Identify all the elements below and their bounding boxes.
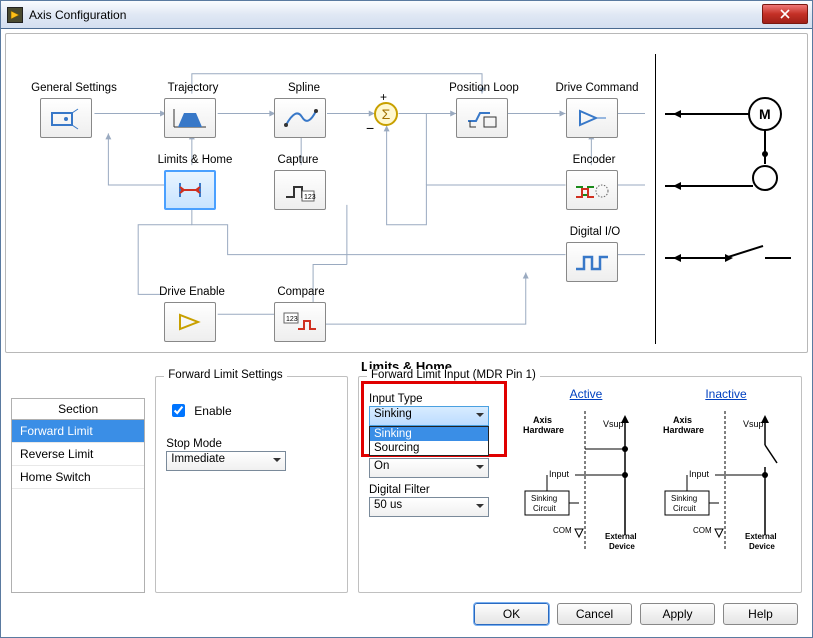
digital-filter-combo[interactable]: 50 us — [369, 497, 489, 517]
limits-home-node[interactable] — [164, 170, 216, 210]
signal-flow-panel: General Settings Trajectory Spline Σ + −… — [5, 33, 808, 353]
svg-text:Axis: Axis — [533, 415, 552, 425]
summing-junction: Σ — [374, 102, 398, 126]
section-header: Section — [11, 398, 145, 420]
right-output-icons: M — [655, 54, 795, 344]
window-title: Axis Configuration — [29, 8, 126, 22]
general-settings-label: General Settings — [24, 82, 124, 94]
svg-text:Circuit: Circuit — [673, 504, 696, 513]
svg-text:COM: COM — [553, 526, 572, 535]
compare-node[interactable]: 123 — [274, 302, 326, 342]
active-diagram-title: Active — [570, 387, 603, 401]
titlebar: Axis Configuration — [1, 1, 812, 29]
sum-minus: − — [366, 120, 374, 136]
svg-text:Sinking: Sinking — [671, 494, 697, 503]
sum-plus: + — [380, 90, 387, 104]
input-type-option-sourcing[interactable]: Sourcing — [370, 441, 488, 455]
drive-command-node[interactable] — [566, 98, 618, 138]
forward-limit-settings-group: Forward Limit Settings Enable Stop Mode … — [155, 376, 348, 593]
section-list: Forward Limit Reverse Limit Home Switch — [11, 420, 145, 593]
svg-text:123: 123 — [304, 194, 316, 201]
help-button[interactable]: Help — [723, 603, 798, 625]
drive-command-label: Drive Command — [552, 82, 642, 94]
ok-button[interactable]: OK — [474, 603, 549, 625]
trajectory-label: Trajectory — [158, 82, 228, 94]
limits-home-label: Limits & Home — [150, 154, 240, 166]
svg-text:123: 123 — [286, 316, 298, 323]
input-type-label: Input Type — [369, 393, 509, 405]
digital-io-label: Digital I/O — [560, 226, 630, 238]
axis-config-window: Axis Configuration — [0, 0, 813, 638]
capture-node[interactable]: 123 — [274, 170, 326, 210]
svg-text:Circuit: Circuit — [533, 504, 556, 513]
fli-legend: Forward Limit Input (MDR Pin 1) — [367, 369, 540, 381]
svg-text:Device: Device — [749, 542, 775, 551]
labview-icon — [7, 7, 23, 23]
section-box: Section Forward Limit Reverse Limit Home… — [11, 398, 145, 593]
stop-mode-label: Stop Mode — [166, 438, 337, 450]
svg-text:Vsup: Vsup — [743, 419, 764, 429]
drive-enable-node[interactable] — [164, 302, 216, 342]
input-type-dropdown-list: Sinking Sourcing — [369, 426, 489, 456]
svg-text:Device: Device — [609, 542, 635, 551]
active-state-combo[interactable]: On — [369, 458, 489, 478]
position-loop-node[interactable] — [456, 98, 508, 138]
svg-text:Hardware: Hardware — [523, 425, 564, 435]
inactive-diagram: Axis Hardware Vsup Input — [661, 405, 791, 555]
enable-checkbox[interactable] — [172, 404, 185, 417]
section-item-home-switch[interactable]: Home Switch — [12, 466, 144, 489]
enable-label: Enable — [194, 404, 231, 418]
compare-label: Compare — [266, 286, 336, 298]
spline-label: Spline — [274, 82, 334, 94]
drive-enable-label: Drive Enable — [152, 286, 232, 298]
input-type-option-sinking[interactable]: Sinking — [370, 427, 488, 441]
svg-text:Input: Input — [689, 469, 710, 479]
svg-text:Hardware: Hardware — [663, 425, 704, 435]
forward-limit-input-group: Forward Limit Input (MDR Pin 1) Input Ty… — [358, 376, 802, 593]
dialog-buttons: OK Cancel Apply Help — [5, 599, 808, 633]
trajectory-node[interactable] — [164, 98, 216, 138]
capture-label: Capture — [268, 154, 328, 166]
svg-text:External: External — [745, 532, 777, 541]
inactive-diagram-title: Inactive — [705, 387, 746, 401]
encoder-node[interactable] — [566, 170, 618, 210]
digital-io-node[interactable] — [566, 242, 618, 282]
svg-text:Axis: Axis — [673, 415, 692, 425]
svg-text:Input: Input — [549, 469, 570, 479]
close-button[interactable] — [762, 4, 808, 24]
general-settings-node[interactable] — [40, 98, 92, 138]
spline-node[interactable] — [274, 98, 326, 138]
motor-letter: M — [759, 106, 771, 122]
bottom-panel: Limits & Home Section Forward Limit Reve… — [5, 359, 808, 633]
svg-text:Sinking: Sinking — [531, 494, 557, 503]
section-item-reverse-limit[interactable]: Reverse Limit — [12, 443, 144, 466]
input-type-combo[interactable]: Sinking Sinking Sourcing — [369, 406, 489, 426]
apply-button[interactable]: Apply — [640, 603, 715, 625]
svg-text:External: External — [605, 532, 637, 541]
digital-filter-label: Digital Filter — [369, 484, 509, 496]
position-loop-label: Position Loop — [444, 82, 524, 94]
circuit-diagrams: Active Axis Hardware Vsup Input — [521, 385, 791, 584]
fls-legend: Forward Limit Settings — [164, 369, 286, 381]
svg-text:Vsup: Vsup — [603, 419, 624, 429]
svg-text:COM: COM — [693, 526, 712, 535]
cancel-button[interactable]: Cancel — [557, 603, 632, 625]
active-diagram: Axis Hardware Vsup Input — [521, 405, 651, 555]
encoder-label: Encoder — [564, 154, 624, 166]
section-item-forward-limit[interactable]: Forward Limit — [12, 420, 144, 443]
stop-mode-combo[interactable]: Immediate — [166, 451, 286, 471]
